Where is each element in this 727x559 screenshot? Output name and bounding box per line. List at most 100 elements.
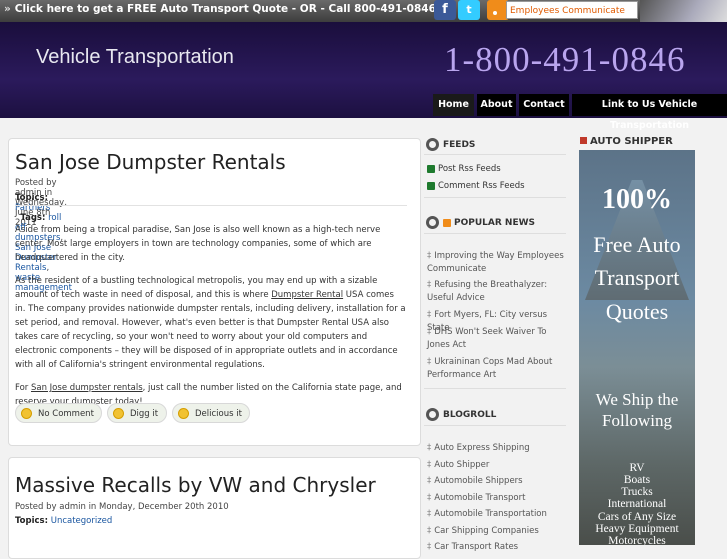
popular-item[interactable]: ‡ DHS Won't Seek Waiver To Jones Act bbox=[427, 326, 567, 352]
site-header: Vehicle Transportation 1-800-491-0846 Ho… bbox=[0, 22, 727, 131]
popular-item[interactable]: ‡ Refusing the Breathalyzer: Useful Advic… bbox=[427, 279, 567, 305]
ad-line: Quotes bbox=[605, 299, 669, 324]
nav-link-to-us-label[interactable]: Link to Us Vehicle Transportation bbox=[572, 94, 727, 131]
twitter-icon[interactable]: t bbox=[458, 0, 480, 20]
digg-icon bbox=[113, 408, 124, 419]
dumpster-rental-link[interactable]: Dumpster Rental bbox=[271, 290, 343, 300]
nav-about[interactable]: About bbox=[477, 94, 516, 116]
auto-shipper-banner[interactable]: 100% Free Auto Transport Quotes We Ship … bbox=[579, 150, 695, 545]
comment-rss-link[interactable]: Comment Rss Feeds bbox=[427, 181, 525, 191]
delicious-icon bbox=[178, 408, 189, 419]
blogroll-item-label: Car Transport Rates bbox=[434, 542, 519, 552]
topics-label: Topics: bbox=[15, 516, 49, 526]
bullet-icon: ‡ bbox=[427, 280, 432, 290]
feed-label: Post Rss Feeds bbox=[438, 164, 501, 174]
free-quote-text: Click here to get a FREE Auto Transport … bbox=[14, 3, 436, 15]
divider bbox=[424, 233, 566, 234]
topics-label: Topics: bbox=[15, 193, 49, 203]
header-decoration bbox=[640, 0, 727, 22]
bullet-icon: ‡ bbox=[427, 476, 432, 486]
arrow-icon: » bbox=[4, 3, 11, 15]
popular-item-label: Refusing the Breathalyzer: Useful Advice bbox=[427, 280, 548, 303]
blogroll-item[interactable]: ‡ Automobile Shippers bbox=[427, 475, 567, 488]
nav-home[interactable]: Home bbox=[433, 94, 474, 116]
blogroll-item[interactable]: ‡ Auto Express Shipping bbox=[427, 442, 567, 455]
ad-item: Cars of Any Size bbox=[597, 511, 677, 523]
divider bbox=[424, 425, 566, 426]
blogroll-item-label: Auto Express Shipping bbox=[434, 443, 530, 453]
bullet-icon: ‡ bbox=[427, 493, 432, 503]
divider bbox=[424, 388, 566, 389]
divider bbox=[424, 197, 566, 198]
blogroll-item[interactable]: ‡ Automobile Transportation bbox=[427, 508, 567, 521]
feed-icon bbox=[427, 165, 435, 173]
popular-item-label: Improving the Way Employees Communicate bbox=[427, 251, 564, 274]
blogroll-item-label: Car Shipping Companies bbox=[434, 526, 539, 536]
feeds-heading: FEEDS bbox=[426, 138, 475, 151]
ad-line: Following bbox=[602, 411, 672, 430]
popular-item-label: DHS Won't Seek Waiver To Jones Act bbox=[427, 327, 547, 350]
phone-number: 1-800-491-0846 bbox=[444, 40, 686, 79]
site-title[interactable]: Vehicle Transportation bbox=[36, 46, 234, 69]
rss-icon bbox=[443, 218, 451, 227]
ad-item: Motorcycles bbox=[608, 535, 666, 545]
ad-line: We Ship the bbox=[595, 390, 679, 409]
blogroll-item[interactable]: ‡ Car Shipping Companies bbox=[427, 525, 567, 538]
divider bbox=[424, 154, 566, 155]
post-paragraph: Aside from being a tropical paradise, Sa… bbox=[15, 225, 381, 263]
blogroll-item[interactable]: ‡ Automobile Transport bbox=[427, 492, 567, 505]
san-jose-dumpster-link[interactable]: San Jose dumpster rentals bbox=[31, 383, 143, 393]
free-quote-link[interactable]: » Click here to get a FREE Auto Transport… bbox=[4, 3, 436, 15]
post-divider bbox=[15, 205, 407, 206]
nav-contact[interactable]: Contact bbox=[519, 94, 569, 116]
popular-item[interactable]: ‡ Improving the Way Employees Communicate bbox=[427, 250, 567, 276]
nav-link-to-us[interactable]: Link to Us Vehicle Transportation bbox=[572, 94, 727, 131]
tags-label: Tags: bbox=[20, 213, 46, 223]
popular-title: POPULAR NEWS bbox=[454, 217, 536, 228]
post-taxonomy: Topics: Uncategorized bbox=[15, 516, 112, 526]
nav-home-label[interactable]: Home bbox=[433, 94, 474, 116]
facebook-icon[interactable]: f bbox=[434, 0, 456, 20]
nav-about-label[interactable]: About bbox=[477, 94, 516, 116]
blogroll-item-label: Automobile Transportation bbox=[434, 509, 547, 519]
post-paragraph: As the resident of a bustling technologi… bbox=[15, 274, 407, 372]
comment-icon bbox=[21, 408, 32, 419]
nav-contact-label[interactable]: Contact bbox=[519, 94, 569, 116]
auto-shipper-title: AUTO SHIPPER bbox=[590, 136, 673, 147]
delicious-button[interactable]: Delicious it bbox=[172, 403, 250, 423]
popular-item[interactable]: ‡ Ukraininan Cops Mad About Performance A… bbox=[427, 356, 567, 382]
search-input[interactable]: Employees Communicate bbox=[506, 1, 638, 19]
no-comment-button[interactable]: No Comment bbox=[15, 403, 102, 423]
topic-link[interactable]: Uncategorized bbox=[51, 516, 113, 526]
post-meta: Posted by admin in Monday, December 20th… bbox=[15, 502, 229, 512]
blogroll-item-label: Automobile Shippers bbox=[434, 476, 523, 486]
bullet-icon: ‡ bbox=[427, 327, 432, 337]
post-body: Aside from being a tropical paradise, Sa… bbox=[15, 223, 407, 418]
ad-item: Heavy Equipment bbox=[595, 523, 679, 535]
bullet-icon: ‡ bbox=[427, 251, 432, 261]
ad-item: Trucks bbox=[621, 486, 653, 498]
bullet-icon: ‡ bbox=[427, 357, 432, 367]
digg-button[interactable]: Digg it bbox=[107, 403, 167, 423]
ad-line: Transport bbox=[594, 265, 680, 290]
gear-icon bbox=[426, 408, 439, 421]
bullet-icon: ‡ bbox=[427, 460, 432, 470]
blogroll-heading: BLOGROLL bbox=[426, 408, 496, 421]
ad-item: Boats bbox=[623, 474, 651, 486]
ad-line: Free Auto bbox=[593, 232, 681, 257]
bullet-icon: ‡ bbox=[427, 526, 432, 536]
digg-label: Digg it bbox=[130, 409, 159, 419]
delicious-label: Delicious it bbox=[195, 409, 242, 419]
blogroll-item[interactable]: ‡ Car Transport Rates bbox=[427, 541, 567, 554]
blogroll-item[interactable]: ‡ Auto Shipper bbox=[427, 459, 567, 472]
post-title[interactable]: Massive Recalls by VW and Chrysler bbox=[15, 473, 376, 497]
bullet-icon: ‡ bbox=[427, 509, 432, 519]
auto-shipper-heading: AUTO SHIPPER bbox=[580, 136, 673, 147]
post-rss-link[interactable]: Post Rss Feeds bbox=[427, 164, 501, 174]
ad-icon bbox=[580, 137, 587, 144]
post-title[interactable]: San Jose Dumpster Rentals bbox=[15, 150, 286, 174]
blogroll-item-label: Automobile Transport bbox=[434, 493, 526, 503]
ad-item: RV bbox=[629, 462, 645, 474]
bullet-icon: ‡ bbox=[427, 443, 432, 453]
bullet-icon: ‡ bbox=[427, 542, 432, 552]
